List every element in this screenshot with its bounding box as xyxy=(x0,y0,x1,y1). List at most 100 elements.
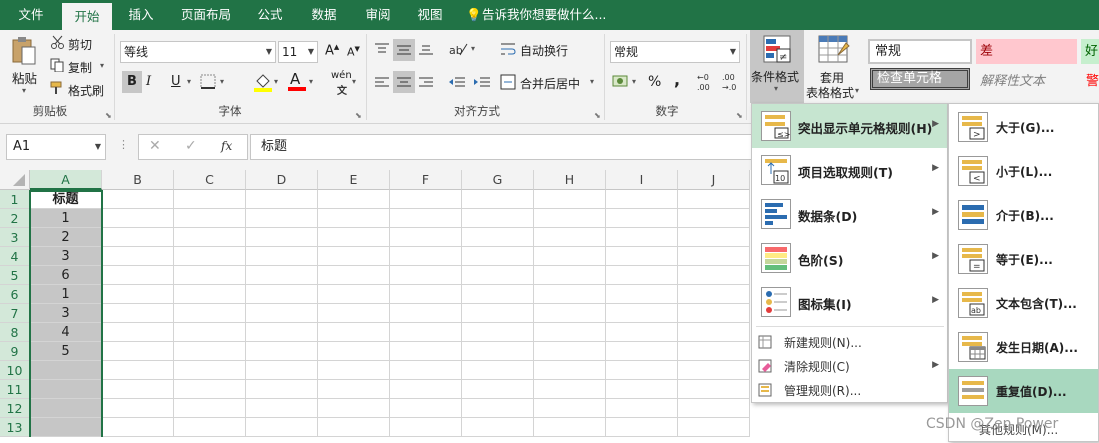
cell-f6[interactable] xyxy=(390,285,462,304)
tab-formulas[interactable]: 公式 xyxy=(246,0,294,30)
orientation-icon[interactable]: ab xyxy=(448,40,468,61)
cell-g4[interactable] xyxy=(462,247,534,266)
cell-g5[interactable] xyxy=(462,266,534,285)
tab-page-layout[interactable]: 页面布局 xyxy=(172,0,240,30)
cell-i7[interactable] xyxy=(606,304,678,323)
cell-f7[interactable] xyxy=(390,304,462,323)
cell-d11[interactable] xyxy=(246,380,318,399)
cell-g9[interactable] xyxy=(462,342,534,361)
format-as-table-label-2[interactable]: 表格格式 xyxy=(806,84,854,101)
cell-i2[interactable] xyxy=(606,209,678,228)
submenu-item-text-contains[interactable]: ab 文本包含(T)... xyxy=(949,281,1098,325)
row-header-7[interactable]: 7 xyxy=(0,304,30,323)
submenu-item-duplicate-values[interactable]: 重复值(D)... xyxy=(949,369,1098,413)
cell-g6[interactable] xyxy=(462,285,534,304)
cell-j10[interactable] xyxy=(678,361,750,380)
cell-c2[interactable] xyxy=(174,209,246,228)
cell-e10[interactable] xyxy=(318,361,390,380)
cell-h13[interactable] xyxy=(534,418,606,437)
cell-b2[interactable] xyxy=(102,209,174,228)
font-size-dropdown[interactable]: 11 ▼ xyxy=(278,41,318,63)
phonetic-dropdown-icon[interactable]: ▾ xyxy=(352,77,356,86)
cell-e7[interactable] xyxy=(318,304,390,323)
tab-data[interactable]: 数据 xyxy=(300,0,348,30)
cell-e11[interactable] xyxy=(318,380,390,399)
column-header-j[interactable]: J xyxy=(678,170,750,190)
cell-f5[interactable] xyxy=(390,266,462,285)
align-top-icon[interactable] xyxy=(374,42,390,59)
cell-c5[interactable] xyxy=(174,266,246,285)
cell-c12[interactable] xyxy=(174,399,246,418)
cell-b11[interactable] xyxy=(102,380,174,399)
fill-color-dropdown-icon[interactable]: ▾ xyxy=(274,77,278,86)
cell-e6[interactable] xyxy=(318,285,390,304)
cell-b1[interactable] xyxy=(102,190,174,209)
number-format-dropdown[interactable]: 常规 ▼ xyxy=(610,41,740,63)
cell-g12[interactable] xyxy=(462,399,534,418)
cell-e1[interactable] xyxy=(318,190,390,209)
cell-d3[interactable] xyxy=(246,228,318,247)
column-header-e[interactable]: E xyxy=(318,170,390,190)
clipboard-launcher-icon[interactable]: ⬊ xyxy=(105,111,112,120)
font-color-icon[interactable]: A xyxy=(287,70,307,95)
cell-j1[interactable] xyxy=(678,190,750,209)
cell-j13[interactable] xyxy=(678,418,750,437)
cell-e5[interactable] xyxy=(318,266,390,285)
menu-item-manage-rules[interactable]: 管理规则(R)... xyxy=(752,378,947,402)
row-header-11[interactable]: 11 xyxy=(0,380,30,399)
cell-d9[interactable] xyxy=(246,342,318,361)
decrease-decimal-icon[interactable]: .00 →.0 xyxy=(722,71,742,96)
cell-h3[interactable] xyxy=(534,228,606,247)
cell-j4[interactable] xyxy=(678,247,750,266)
enter-icon[interactable]: ✓ xyxy=(185,138,197,154)
cell-e8[interactable] xyxy=(318,323,390,342)
comma-button[interactable]: , xyxy=(674,70,680,89)
row-header-8[interactable]: 8 xyxy=(0,323,30,342)
borders-icon[interactable] xyxy=(200,74,218,93)
cell-g10[interactable] xyxy=(462,361,534,380)
cell-b10[interactable] xyxy=(102,361,174,380)
fill-color-icon[interactable] xyxy=(253,72,273,95)
cell-i4[interactable] xyxy=(606,247,678,266)
menu-item-new-rule[interactable]: 新建规则(N)... xyxy=(752,330,947,354)
cell-j7[interactable] xyxy=(678,304,750,323)
cell-f4[interactable] xyxy=(390,247,462,266)
select-all-corner[interactable] xyxy=(0,170,30,190)
cell-b4[interactable] xyxy=(102,247,174,266)
column-header-g[interactable]: G xyxy=(462,170,534,190)
cell-c9[interactable] xyxy=(174,342,246,361)
copy-dropdown-icon[interactable]: ▾ xyxy=(100,61,104,70)
borders-dropdown-icon[interactable]: ▾ xyxy=(220,77,224,86)
column-header-b[interactable]: B xyxy=(102,170,174,190)
row-header-12[interactable]: 12 xyxy=(0,399,30,418)
cell-g1[interactable] xyxy=(462,190,534,209)
cell-i10[interactable] xyxy=(606,361,678,380)
tab-file[interactable]: 文件 xyxy=(0,0,62,30)
merge-dropdown-icon[interactable]: ▾ xyxy=(590,77,594,86)
cell-j8[interactable] xyxy=(678,323,750,342)
wrap-text-button[interactable]: 自动换行 xyxy=(520,42,568,59)
increase-decimal-icon[interactable]: ←0.00 xyxy=(697,71,717,96)
submenu-item-greater-than[interactable]: > 大于(G)... xyxy=(949,105,1098,149)
cell-c1[interactable] xyxy=(174,190,246,209)
cell-j2[interactable] xyxy=(678,209,750,228)
submenu-item-date-occurring[interactable]: 发生日期(A)... xyxy=(949,325,1098,369)
cell-i11[interactable] xyxy=(606,380,678,399)
cell-g11[interactable] xyxy=(462,380,534,399)
menu-item-icon-sets[interactable]: 图标集(I) ▶ xyxy=(752,280,947,324)
name-box[interactable]: A1 ▼ xyxy=(6,134,106,160)
cell-b13[interactable] xyxy=(102,418,174,437)
cell-g2[interactable] xyxy=(462,209,534,228)
style-explanatory[interactable]: 解释性文本 xyxy=(980,70,1045,89)
tab-insert[interactable]: 插入 xyxy=(118,0,164,30)
row-header-5[interactable]: 5 xyxy=(0,266,30,285)
cell-b8[interactable] xyxy=(102,323,174,342)
merge-center-button[interactable]: 合并后居中 xyxy=(520,75,580,92)
cell-e3[interactable] xyxy=(318,228,390,247)
menu-item-highlight-rules[interactable]: ≤> 突出显示单元格规则(H) ▶ xyxy=(752,104,947,148)
cell-e4[interactable] xyxy=(318,247,390,266)
cell-b9[interactable] xyxy=(102,342,174,361)
cell-f10[interactable] xyxy=(390,361,462,380)
font-color-dropdown-icon[interactable]: ▾ xyxy=(309,77,313,86)
cell-j5[interactable] xyxy=(678,266,750,285)
